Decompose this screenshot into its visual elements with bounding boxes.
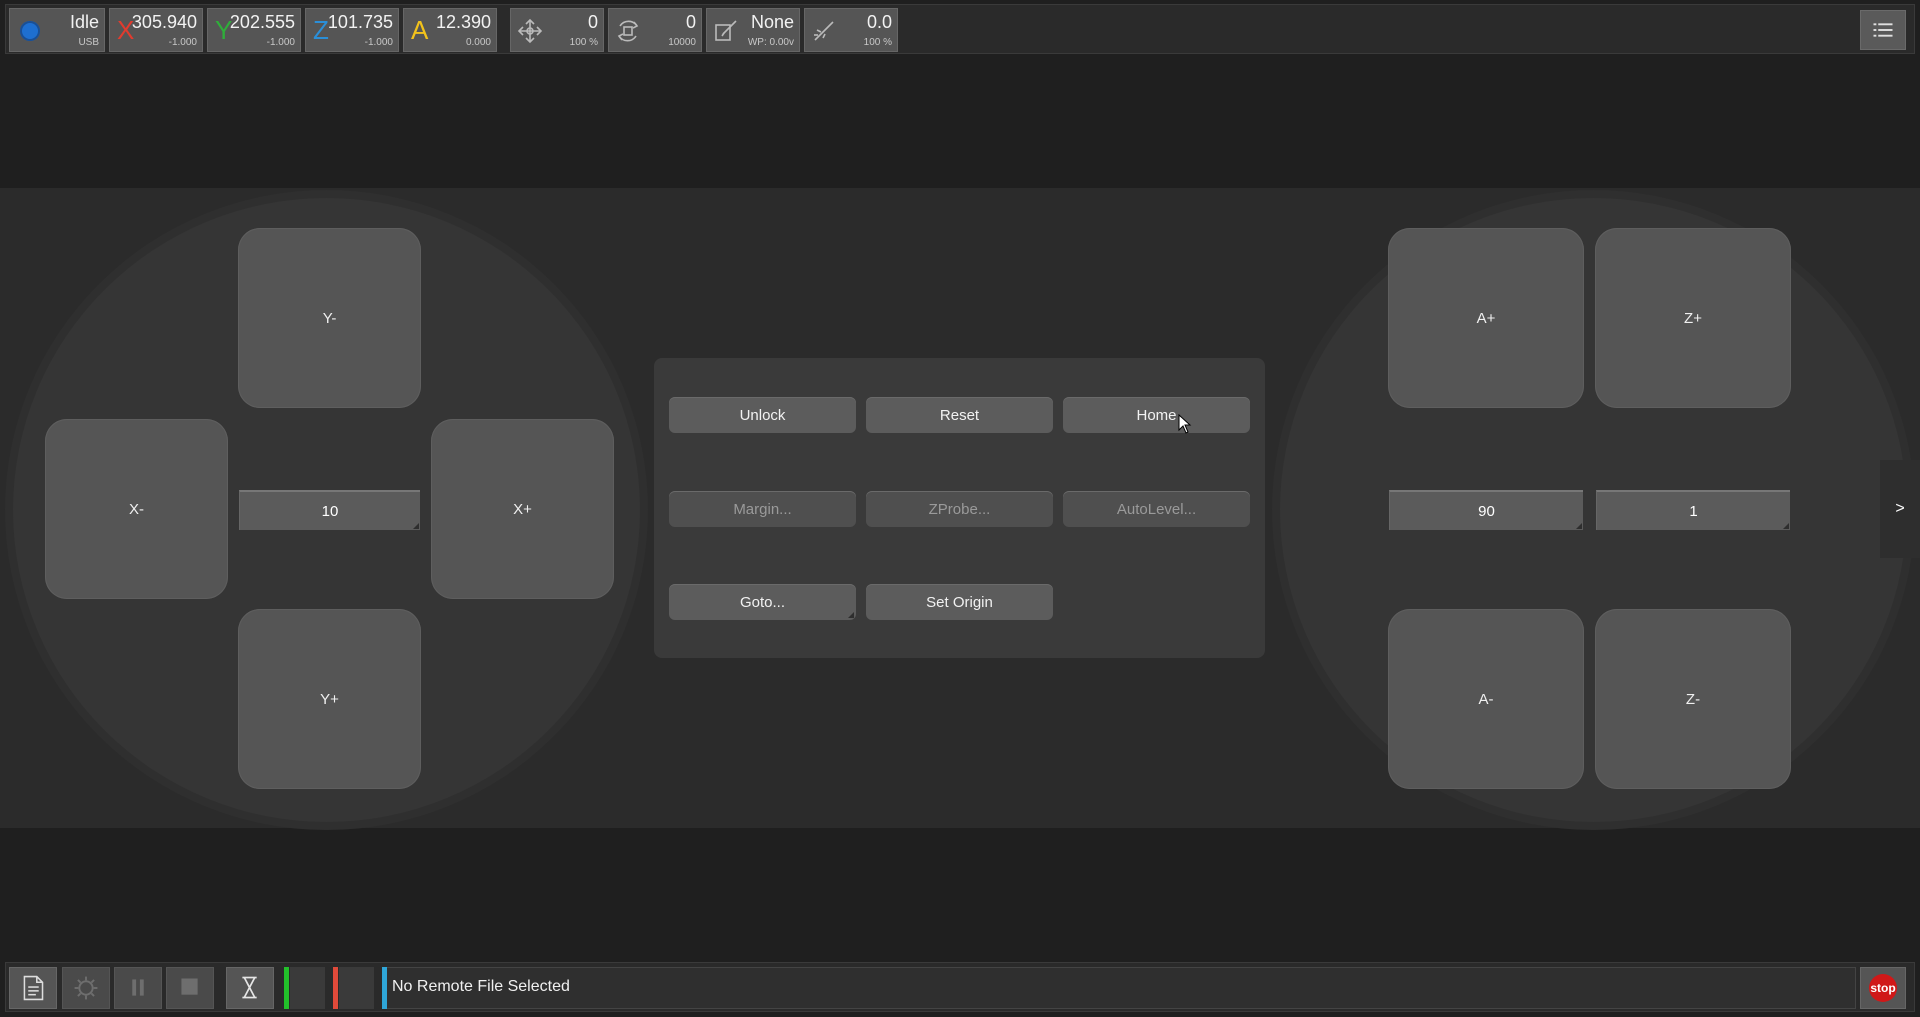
menu-list-icon bbox=[1873, 23, 1893, 37]
stop-square-icon bbox=[181, 978, 198, 995]
jog-y-plus-button[interactable]: Y+ bbox=[238, 609, 421, 789]
progress-red-marker bbox=[333, 967, 338, 1009]
axis-y-readout[interactable]: Y 202.555 -1.000 bbox=[207, 8, 301, 52]
spindle-max: 10000 bbox=[668, 37, 696, 48]
tool-wp: WP: 0.00v bbox=[747, 37, 794, 48]
axis-a-value: 12.390 bbox=[435, 12, 491, 32]
mouse-cursor-icon bbox=[1178, 414, 1192, 434]
hourglass-icon bbox=[242, 976, 257, 999]
axis-z-readout[interactable]: Z 101.735 -1.000 bbox=[305, 8, 399, 52]
file-status-box bbox=[386, 967, 1856, 1009]
margin-button[interactable]: Margin... bbox=[669, 491, 856, 527]
feed-rate-value: 0 bbox=[587, 12, 598, 32]
set-origin-button[interactable]: Set Origin bbox=[866, 584, 1053, 620]
feed-rate-readout[interactable]: 0 100 % bbox=[510, 8, 604, 52]
axis-z-letter: Z bbox=[313, 15, 329, 45]
jog-z-minus-button[interactable]: Z- bbox=[1595, 609, 1791, 789]
jog-x-plus-button[interactable]: X+ bbox=[431, 419, 614, 599]
axis-a-readout[interactable]: A 12.390 0.000 bbox=[403, 8, 497, 52]
stop-sign-icon: stop bbox=[1869, 974, 1897, 1002]
progress-green-marker bbox=[284, 967, 289, 1009]
emergency-stop-button[interactable]: stop bbox=[1860, 967, 1906, 1009]
connection-type: USB bbox=[78, 37, 99, 48]
tool-value: None bbox=[750, 12, 794, 32]
remote-file-status: No Remote File Selected bbox=[392, 978, 570, 995]
run-job-button[interactable] bbox=[62, 967, 110, 1009]
stop-job-button[interactable] bbox=[166, 967, 214, 1009]
a-step-select[interactable]: 90 bbox=[1389, 490, 1583, 530]
menu-button[interactable] bbox=[1860, 10, 1906, 50]
tool-edit-icon bbox=[715, 20, 737, 41]
axis-y-offset: -1.000 bbox=[266, 37, 295, 48]
z-step-select[interactable]: 1 bbox=[1596, 490, 1790, 530]
laser-value: 0.0 bbox=[866, 12, 892, 32]
progress-blue-marker bbox=[382, 967, 387, 1009]
jog-a-plus-button[interactable]: A+ bbox=[1388, 228, 1584, 408]
axis-x-value: 305.940 bbox=[131, 12, 197, 32]
axis-z-value: 101.735 bbox=[327, 12, 393, 32]
document-icon bbox=[23, 975, 44, 1001]
spindle-readout[interactable]: 0 10000 bbox=[608, 8, 702, 52]
spindle-icon bbox=[617, 20, 639, 42]
gear-play-icon bbox=[74, 976, 98, 1000]
timer-button[interactable] bbox=[226, 967, 274, 1009]
jog-z-plus-button[interactable]: Z+ bbox=[1595, 228, 1791, 408]
az-jog-pad bbox=[1272, 190, 1915, 830]
axis-y-value: 202.555 bbox=[229, 12, 295, 32]
jog-x-minus-button[interactable]: X- bbox=[45, 419, 228, 599]
jog-y-minus-button[interactable]: Y- bbox=[238, 228, 421, 408]
file-browser-button[interactable] bbox=[9, 967, 57, 1009]
laser-icon bbox=[814, 21, 834, 41]
progress-segment bbox=[339, 967, 374, 1009]
axis-a-letter: A bbox=[411, 15, 429, 45]
axis-a-offset: 0.000 bbox=[465, 37, 491, 48]
bottom-bar: No Remote File Selected stop bbox=[5, 962, 1915, 1012]
autolevel-button[interactable]: AutoLevel... bbox=[1063, 491, 1250, 527]
machine-controls-panel: Unlock Reset Home Margin... ZProbe... Au… bbox=[654, 358, 1265, 658]
home-button[interactable]: Home bbox=[1063, 397, 1250, 433]
feed-override: 100 % bbox=[569, 37, 598, 48]
progress-segment bbox=[290, 967, 325, 1009]
connection-indicator-icon bbox=[20, 21, 40, 41]
laser-readout[interactable]: 0.0 100 % bbox=[804, 8, 898, 52]
tool-readout[interactable]: None WP: 0.00v bbox=[706, 8, 800, 52]
unlock-button[interactable]: Unlock bbox=[669, 397, 856, 433]
jog-a-minus-button[interactable]: A- bbox=[1388, 609, 1584, 789]
pause-icon bbox=[132, 979, 144, 996]
spindle-value: 0 bbox=[685, 12, 696, 32]
axis-z-offset: -1.000 bbox=[364, 37, 393, 48]
machine-state[interactable]: Idle USB bbox=[9, 8, 105, 52]
reset-button[interactable]: Reset bbox=[866, 397, 1053, 433]
goto-button[interactable]: Goto... bbox=[669, 584, 856, 620]
move-arrows-icon bbox=[517, 18, 543, 44]
axis-x-offset: -1.000 bbox=[168, 37, 197, 48]
pause-button[interactable] bbox=[114, 967, 162, 1009]
status-bar: Idle USB X 305.940 -1.000 Y 202.555 -1.0… bbox=[5, 4, 1915, 54]
laser-override: 100 % bbox=[863, 37, 892, 48]
zprobe-button[interactable]: ZProbe... bbox=[866, 491, 1053, 527]
axis-x-readout[interactable]: X 305.940 -1.000 bbox=[109, 8, 203, 52]
side-panel-toggle[interactable]: > bbox=[1880, 460, 1920, 558]
machine-state-text: Idle bbox=[69, 12, 99, 32]
xy-step-select[interactable]: 10 bbox=[239, 490, 420, 530]
